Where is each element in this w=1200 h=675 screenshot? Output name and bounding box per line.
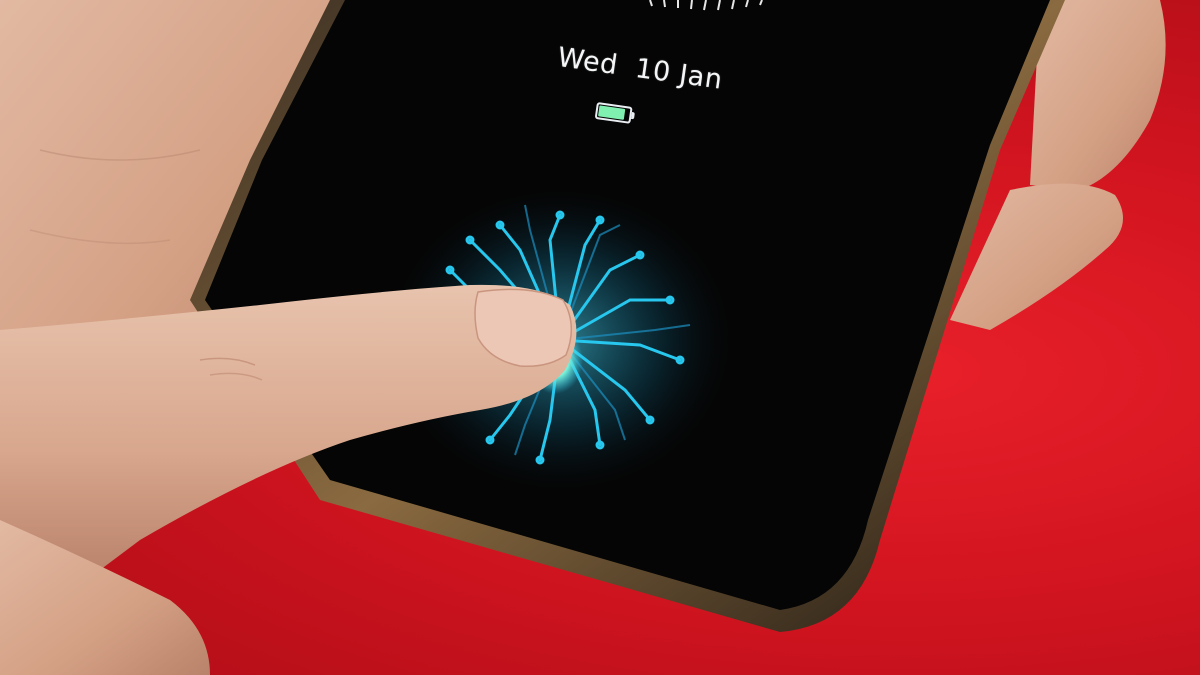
photo-scene: Wed 10 Jan	[0, 0, 1200, 675]
scene-illustration	[0, 0, 1166, 675]
